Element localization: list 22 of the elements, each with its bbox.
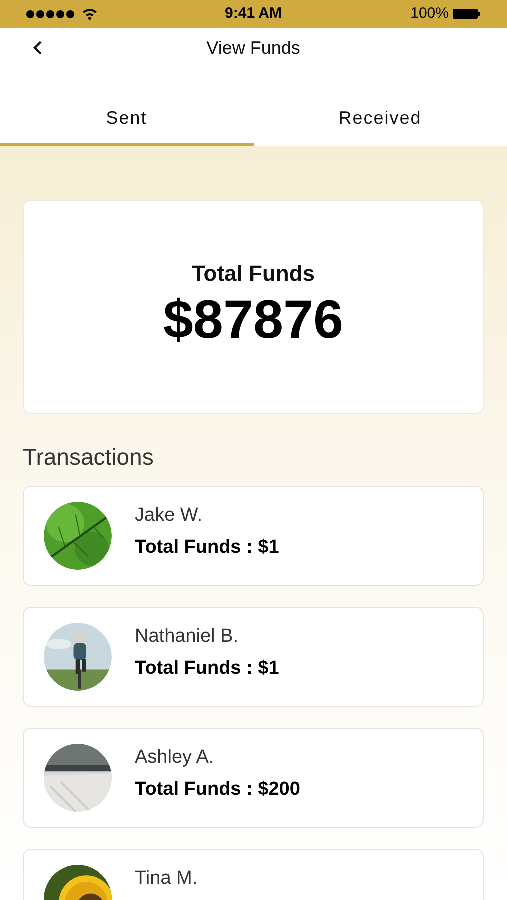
tab[interactable]: Sent bbox=[0, 94, 254, 146]
battery-percentage: 100% bbox=[410, 4, 449, 24]
total-funds-amount: $87876 bbox=[163, 290, 344, 350]
transaction-name: Nathaniel B. bbox=[135, 626, 240, 648]
transaction-name: Tina M. bbox=[135, 868, 198, 890]
page-title: View Funds bbox=[206, 36, 300, 60]
transaction-name: Ashley A. bbox=[135, 746, 216, 768]
transaction-total: Total Funds : $1 bbox=[135, 536, 280, 558]
status-time: 9:41 AM bbox=[225, 4, 282, 24]
battery-icon bbox=[453, 8, 481, 20]
transaction-card[interactable]: Nathaniel B. Total Funds : $1 bbox=[23, 606, 484, 706]
tab[interactable]: Received bbox=[254, 94, 507, 146]
transactions-heading: Transactions bbox=[23, 443, 155, 472]
transaction-card[interactable]: Jake W. Total Funds : $1 bbox=[23, 486, 484, 586]
wifi-icon bbox=[82, 8, 98, 20]
transaction-card[interactable]: Ashley A. Total Funds : $200 bbox=[23, 728, 484, 828]
transaction-card[interactable]: Tina M. bbox=[23, 848, 484, 900]
transaction-name: Jake W. bbox=[135, 504, 204, 526]
total-funds-label: Total Funds bbox=[192, 260, 316, 288]
transaction-total: Total Funds : $200 bbox=[135, 778, 300, 800]
transaction-total: Total Funds : $1 bbox=[135, 658, 280, 680]
signal-icon bbox=[26, 10, 76, 18]
